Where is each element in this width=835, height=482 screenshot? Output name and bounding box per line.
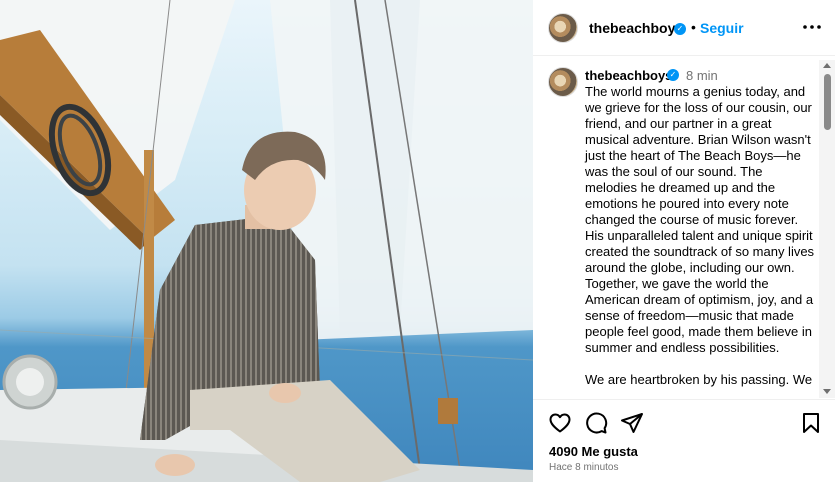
heart-icon [549, 413, 571, 433]
caption-paragraph: We are heartbroken by his passing. We [585, 372, 813, 387]
caption-time[interactable]: 8 min [686, 68, 718, 83]
caption-scrollbar[interactable] [819, 60, 835, 398]
more-options-button[interactable] [801, 16, 823, 38]
caption-avatar[interactable] [548, 67, 578, 97]
post-actions: 4090 Me gusta Hace 8 minutos [533, 399, 835, 482]
scrollbar-thumb[interactable] [824, 74, 831, 130]
photo-illustration [0, 0, 533, 482]
bookmark-icon [803, 413, 819, 433]
send-icon [621, 413, 643, 433]
comment-button[interactable] [584, 411, 608, 435]
follow-button[interactable]: Seguir [700, 20, 744, 36]
save-button[interactable] [799, 411, 823, 435]
caption-scroll-area[interactable]: thebeachboys ✓ 8 min The world mourns a … [533, 57, 835, 399]
scroll-up-arrow-icon[interactable] [823, 63, 831, 68]
separator-dot: • [691, 19, 696, 35]
like-button[interactable] [548, 411, 572, 435]
likes-count[interactable]: 4090 Me gusta [549, 444, 638, 459]
post-age[interactable]: Hace 8 minutos [549, 462, 618, 473]
caption-paragraph: The world mourns a genius today, and we … [585, 84, 815, 355]
post-header: thebeachboys ✓ • Seguir [533, 0, 835, 56]
header-username[interactable]: thebeachboys [589, 20, 683, 36]
avatar[interactable] [548, 13, 578, 43]
more-horizontal-icon [803, 25, 821, 29]
comment-icon [586, 412, 608, 434]
caption-verified-icon: ✓ [667, 69, 679, 81]
verified-badge-icon: ✓ [674, 23, 686, 35]
post-side-panel: thebeachboys ✓ • Seguir thebeachboys ✓ 8… [533, 0, 835, 482]
scroll-down-arrow-icon[interactable] [823, 389, 831, 394]
share-button[interactable] [620, 411, 644, 435]
caption-username[interactable]: thebeachboys [585, 68, 672, 83]
caption-text: The world mourns a genius today, and we … [585, 84, 817, 399]
post-photo[interactable] [0, 0, 533, 482]
